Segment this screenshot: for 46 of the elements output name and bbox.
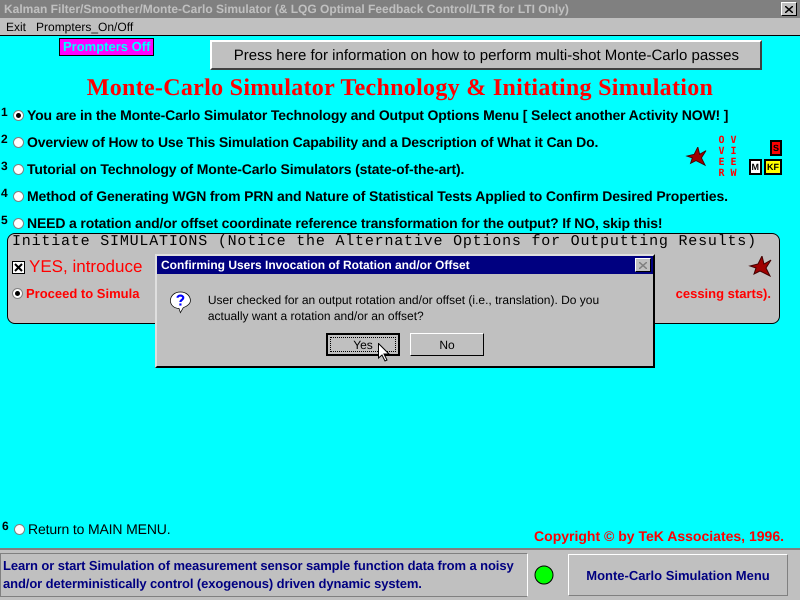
option-number: 3 [1, 159, 9, 173]
radio-button[interactable] [13, 190, 24, 202]
option-label[interactable]: Return to MAIN MENU. [28, 521, 170, 537]
dialog-button[interactable]: Yes [326, 333, 400, 356]
menu-item[interactable]: Prompters_On/Off [36, 20, 134, 34]
option-label[interactable]: Method of Generating WGN from PRN and Nature of Statistical Tests Applied to Confirm Desired Properties. [27, 188, 728, 204]
logo-letters: VIEW [729, 135, 738, 179]
option-label[interactable]: Overview of How to Use This Simulation Capability and a Description of What it Can Do. [27, 134, 598, 150]
info-button[interactable]: Press here for information on how to perform multi-shot Monte-Carlo passes [210, 40, 762, 70]
option-label[interactable]: Tutorial on Technology of Monte-Carlo Simulators (state-of-the-art). [27, 161, 464, 177]
dialog-message: User checked for an output rotation and/or offset (i.e., translation). Do you actually want a rotation and/or an offset? [208, 292, 600, 324]
status-text: Learn or start Simulation of measurement sensor sample function data from a noisy and/or deterministically control (exogenous) driven dynamic system. [0, 553, 528, 597]
page-heading: Monte-Carlo Simulator Technology & Initiating Simulation [86, 74, 714, 103]
dialog-button[interactable]: No [410, 333, 484, 356]
diagram-block: S [770, 140, 782, 156]
menu-button[interactable]: Monte-Carlo Simulation Menu [568, 554, 788, 596]
copyright-text: Copyright © by TeK Associates, 1996. [534, 528, 784, 544]
option-label[interactable]: NEED a rotation and/or offset coordinate reference transformation for the output? If NO, skip this! [27, 215, 662, 231]
option-number: 4 [1, 186, 9, 200]
menu-item[interactable]: Exit [6, 20, 26, 34]
radio-button[interactable] [14, 524, 25, 534]
option-label[interactable]: You are in the Monte-Carlo Simulator Technology and Output Options Menu [ Select another Activity NOW! ] [27, 107, 728, 123]
radio-button[interactable] [13, 218, 24, 228]
option-number: 1 [1, 105, 9, 119]
dialog-title: Confirming Users Invocation of Rotation and/or Offset [161, 258, 470, 272]
radio-button[interactable] [13, 164, 24, 174]
option-number: 5 [1, 213, 9, 227]
prompters-badge: Prompters Off [59, 38, 154, 56]
pointer-icon [378, 343, 390, 362]
status-light-icon [534, 565, 554, 585]
radio-button[interactable] [13, 136, 24, 148]
option-number: 6 [2, 519, 10, 533]
option-label: cessing starts). [676, 286, 771, 301]
diagram-block: KF [764, 158, 782, 174]
diagram-block: M [748, 158, 762, 174]
group-title: Initiate SIMULATIONS (Notice the Alternative Options for Outputting Results) [12, 234, 757, 249]
logo-letters: OVER [717, 135, 726, 179]
close-button[interactable] [781, 2, 797, 16]
radio-button[interactable] [12, 288, 23, 299]
window-title: Kalman Filter/Smoother/Monte-Carlo Simulator (& LQG Optimal Feedback Control/LTR for LTI Only) [4, 2, 569, 16]
radio-button[interactable] [13, 110, 24, 120]
close-icon [785, 6, 793, 12]
checkbox[interactable] [12, 260, 25, 274]
option-number: 2 [1, 132, 9, 146]
close-icon [639, 262, 647, 268]
close-button[interactable] [635, 258, 651, 272]
